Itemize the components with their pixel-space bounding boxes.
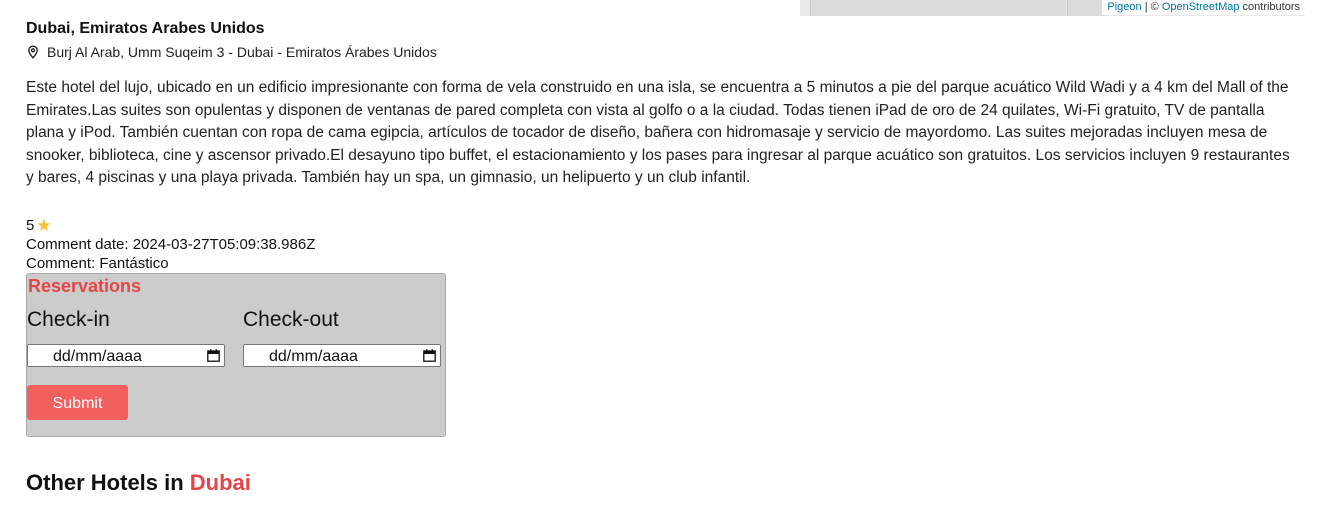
map-strip[interactable]: Pigeon | © OpenStreetMap contributors xyxy=(800,0,1305,16)
comment-date: Comment date: 2024-03-27T05:09:38.986Z xyxy=(26,235,316,253)
comment-text: Comment: Fantástico xyxy=(26,254,169,272)
map-attribution: Pigeon | © OpenStreetMap contributors xyxy=(1102,0,1305,15)
hotel-details: Dubai, Emiratos Arabes Unidos Burj Al Ar… xyxy=(26,18,1296,273)
other-hotels-heading: Other Hotels in Dubai xyxy=(26,470,251,496)
other-hotels-prefix: Other Hotels in xyxy=(26,470,190,495)
rating-value: 5 xyxy=(26,217,35,234)
openstreetmap-link[interactable]: OpenStreetMap xyxy=(1162,1,1240,13)
reservations-panel: Reservations Check-in Check-out dd/mm/aa… xyxy=(26,273,446,437)
checkin-date-input[interactable]: dd/mm/aaaa xyxy=(27,344,225,367)
hotel-address: Burj Al Arab, Umm Suqeim 3 - Dubai - Emi… xyxy=(26,44,1296,60)
hotel-description: Este hotel del lujo, ubicado en un edifi… xyxy=(26,79,1290,186)
reservations-title: Reservations xyxy=(28,276,142,296)
map-tile xyxy=(810,0,1066,16)
checkin-label: Check-in xyxy=(27,308,110,331)
location-pin-icon xyxy=(28,45,38,59)
address-text: Burj Al Arab, Umm Suqeim 3 - Dubai - Emi… xyxy=(47,44,437,60)
checkout-label: Check-out xyxy=(243,308,339,331)
calendar-icon[interactable] xyxy=(423,349,436,362)
pigeon-link[interactable]: Pigeon xyxy=(1107,1,1141,13)
other-hotels-city: Dubai xyxy=(189,470,251,495)
checkout-value: dd/mm/aaaa xyxy=(269,348,358,365)
star-icon: ★ xyxy=(36,215,52,235)
attribution-separator: | © xyxy=(1141,1,1162,13)
hotel-city: Dubai, Emiratos Arabes Unidos xyxy=(26,20,265,37)
checkin-value: dd/mm/aaaa xyxy=(53,348,142,365)
submit-button[interactable]: Submit xyxy=(27,385,128,420)
attribution-suffix: contributors xyxy=(1239,1,1300,13)
checkout-date-input[interactable]: dd/mm/aaaa xyxy=(243,344,441,367)
rating: 5 ★ xyxy=(26,215,1296,235)
calendar-icon[interactable] xyxy=(207,349,220,362)
